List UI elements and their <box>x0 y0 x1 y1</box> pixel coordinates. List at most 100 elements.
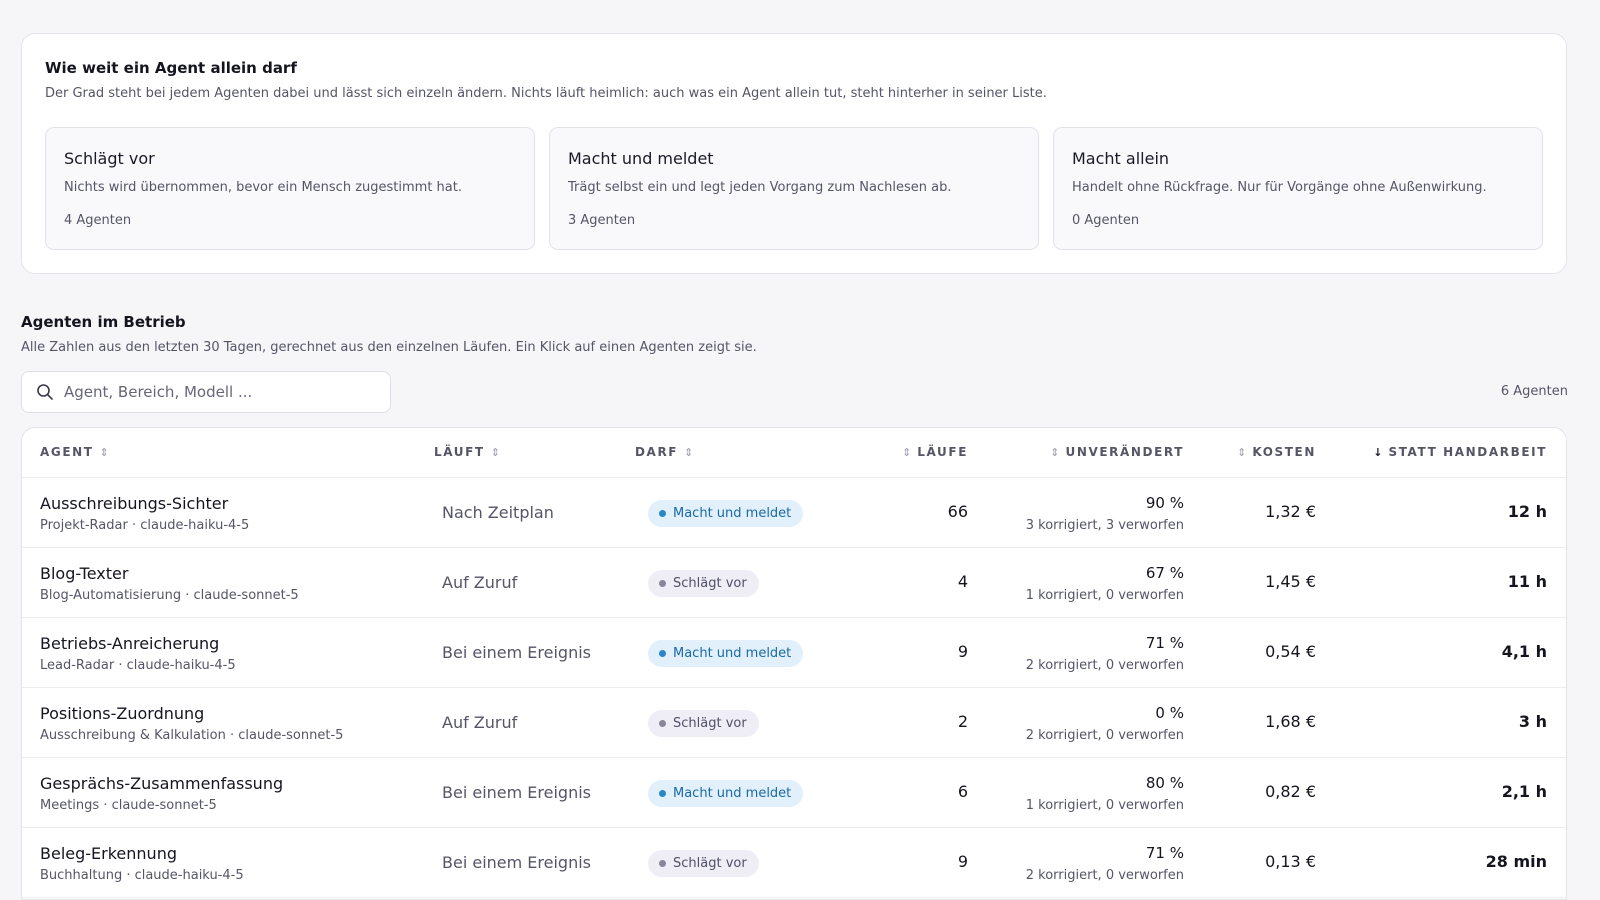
sort-icon: ⇕ <box>99 445 109 459</box>
column-label: DARF <box>635 445 679 459</box>
agent-name: Ausschreibungs-Sichter <box>40 494 229 513</box>
table-row[interactable]: Blog-Texter Blog-Automatisierung · claud… <box>22 548 1566 618</box>
run-count: 2 <box>957 712 968 731</box>
column-header-unchanged[interactable]: ⇕ UNVERÄNDERT <box>1050 445 1184 459</box>
run-count: 9 <box>957 642 968 661</box>
column-label: AGENT <box>40 445 94 459</box>
search-icon <box>36 383 54 401</box>
agents-section-title: Agenten im Betrieb <box>21 313 186 331</box>
unchanged-percent: 71 % <box>1145 844 1184 862</box>
level-title: Schlägt vor <box>64 149 155 168</box>
agent-meta: Projekt-Radar · claude-haiku-4-5 <box>40 518 250 533</box>
table-row[interactable]: Beleg-Erkennung Buchhaltung · claude-hai… <box>22 828 1566 898</box>
table-header: AGENT ⇕ LÄUFT ⇕ DARF ⇕ ⇕ LÄUFE ⇕ UNVERÄN… <box>22 428 1566 478</box>
status-dot-icon <box>659 650 666 657</box>
time-saved: 11 h <box>1507 572 1547 591</box>
time-saved: 2,1 h <box>1501 782 1547 801</box>
permission-badge[interactable]: Schlägt vor <box>648 850 759 877</box>
permission-badge[interactable]: Macht und meldet <box>648 500 804 527</box>
unchanged-percent: 71 % <box>1145 634 1184 652</box>
agent-search-input[interactable] <box>64 378 379 406</box>
level-agent-count: 0 Agenten <box>1072 213 1140 228</box>
agent-name: Positions-Zuordnung <box>40 704 205 723</box>
sort-icon: ⇕ <box>1237 445 1247 459</box>
badge-label: Macht und meldet <box>673 646 792 661</box>
correction-summary: 3 korrigiert, 3 verworfen <box>1025 518 1184 533</box>
agent-meta: Meetings · claude-sonnet-5 <box>40 798 217 813</box>
badge-label: Macht und meldet <box>673 786 792 801</box>
permission-badge[interactable]: Schlägt vor <box>648 710 759 737</box>
agent-name: Gesprächs-Zusammenfassung <box>40 774 284 793</box>
agent-trigger: Bei einem Ereignis <box>442 643 591 662</box>
correction-summary: 2 korrigiert, 0 verworfen <box>1025 728 1184 743</box>
correction-summary: 2 korrigiert, 0 verworfen <box>1025 658 1184 673</box>
level-description: Trägt selbst ein und legt jeden Vorgang … <box>568 180 952 195</box>
table-row[interactable]: Ausschreibungs-Sichter Projekt-Radar · c… <box>22 478 1566 548</box>
level-card-suggests[interactable]: Schlägt vor Nichts wird übernommen, bevo… <box>45 127 535 250</box>
agent-cost: 0,13 € <box>1265 852 1316 871</box>
permission-badge[interactable]: Schlägt vor <box>648 570 759 597</box>
agent-name: Beleg-Erkennung <box>40 844 177 863</box>
unchanged-percent: 90 % <box>1145 494 1184 512</box>
sort-icon: ⇕ <box>1050 445 1060 459</box>
agent-meta: Buchhaltung · claude-haiku-4-5 <box>40 868 244 883</box>
time-saved: 28 min <box>1485 852 1547 871</box>
agent-meta: Lead-Radar · claude-haiku-4-5 <box>40 658 236 673</box>
sort-icon: ⇕ <box>902 445 912 459</box>
agent-name: Betriebs-Anreicherung <box>40 634 220 653</box>
column-header-trigger[interactable]: LÄUFT ⇕ <box>434 445 500 459</box>
unchanged-percent: 80 % <box>1145 774 1184 792</box>
agent-cost: 0,54 € <box>1265 642 1316 661</box>
badge-label: Schlägt vor <box>673 716 747 731</box>
table-row[interactable]: Betriebs-Anreicherung Lead-Radar · claud… <box>22 618 1566 688</box>
column-header-permission[interactable]: DARF ⇕ <box>635 445 693 459</box>
agents-section-description: Alle Zahlen aus den letzten 30 Tagen, ge… <box>21 340 757 355</box>
permission-badge[interactable]: Macht und meldet <box>648 640 804 667</box>
sort-desc-icon: ↓ <box>1373 445 1383 459</box>
agent-trigger: Nach Zeitplan <box>442 503 554 522</box>
agent-trigger: Auf Zuruf <box>442 573 518 592</box>
status-dot-icon <box>659 790 666 797</box>
level-card-acts-and-reports[interactable]: Macht und meldet Trägt selbst ein und le… <box>549 127 1039 250</box>
agent-name: Blog-Texter <box>40 564 129 583</box>
status-dot-icon <box>659 580 666 587</box>
agent-cost: 1,68 € <box>1265 712 1316 731</box>
badge-label: Schlägt vor <box>673 576 747 591</box>
unchanged-percent: 67 % <box>1145 564 1184 582</box>
badge-label: Macht und meldet <box>673 506 792 521</box>
permission-badge[interactable]: Macht und meldet <box>648 780 804 807</box>
run-count: 4 <box>957 572 968 591</box>
status-dot-icon <box>659 720 666 727</box>
table-row[interactable]: Gesprächs-Zusammenfassung Meetings · cla… <box>22 758 1566 828</box>
column-label: KOSTEN <box>1252 445 1316 459</box>
table-row[interactable]: Positions-Zuordnung Ausschreibung & Kalk… <box>22 688 1566 758</box>
agent-cost: 1,45 € <box>1265 572 1316 591</box>
unchanged-percent: 0 % <box>1155 704 1184 722</box>
column-label: UNVERÄNDERT <box>1065 445 1184 459</box>
badge-label: Schlägt vor <box>673 856 747 871</box>
sort-icon: ⇕ <box>490 445 500 459</box>
level-agent-count: 3 Agenten <box>568 213 636 228</box>
column-header-runs[interactable]: ⇕ LÄUFE <box>902 445 968 459</box>
agent-meta: Ausschreibung & Kalkulation · claude-son… <box>40 728 344 743</box>
column-label: LÄUFE <box>917 445 968 459</box>
agent-cost: 1,32 € <box>1265 502 1316 521</box>
level-agent-count: 4 Agenten <box>64 213 132 228</box>
run-count: 6 <box>957 782 968 801</box>
agents-table: AGENT ⇕ LÄUFT ⇕ DARF ⇕ ⇕ LÄUFE ⇕ UNVERÄN… <box>21 427 1567 900</box>
agent-trigger: Bei einem Ereignis <box>442 783 591 802</box>
column-header-cost[interactable]: ⇕ KOSTEN <box>1237 445 1316 459</box>
autonomy-title: Wie weit ein Agent allein darf <box>45 59 297 77</box>
level-card-acts-alone[interactable]: Macht allein Handelt ohne Rückfrage. Nur… <box>1053 127 1543 250</box>
column-header-saved[interactable]: ↓ STATT HANDARBEIT <box>1373 445 1547 459</box>
time-saved: 3 h <box>1518 712 1547 731</box>
column-header-agent[interactable]: AGENT ⇕ <box>40 445 109 459</box>
column-label: STATT HANDARBEIT <box>1388 445 1547 459</box>
level-title: Macht und meldet <box>568 149 714 168</box>
agent-cost: 0,82 € <box>1265 782 1316 801</box>
correction-summary: 1 korrigiert, 0 verworfen <box>1025 588 1184 603</box>
status-dot-icon <box>659 510 666 517</box>
column-label: LÄUFT <box>434 445 485 459</box>
level-description: Handelt ohne Rückfrage. Nur für Vorgänge… <box>1072 180 1487 195</box>
autonomy-panel: Wie weit ein Agent allein darf Der Grad … <box>21 33 1567 274</box>
